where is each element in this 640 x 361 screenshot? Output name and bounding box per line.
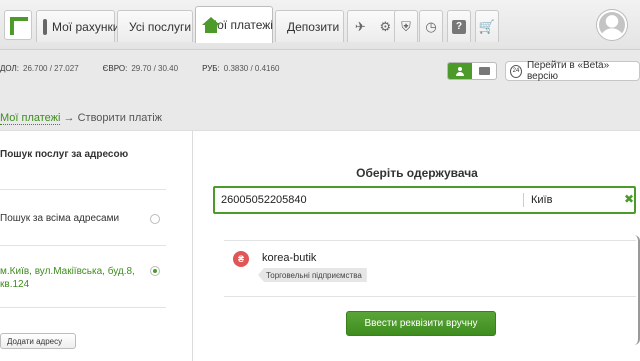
person-icon — [456, 66, 464, 76]
user-avatar[interactable] — [597, 10, 627, 40]
tab-my-payments[interactable]: Мої платежі — [195, 6, 273, 43]
tab-cart[interactable]: 🛒 — [475, 10, 499, 42]
exchange-rates: ДОЛ: 26.700 / 27.027 ЄВРО: 29.70 / 30.40 Р… — [0, 64, 279, 73]
media-icon: ⚙ — [379, 18, 392, 34]
rate-usd: ДОЛ: 26.700 / 27.027 — [0, 64, 79, 73]
hryvnia-icon: ₴ — [233, 251, 249, 267]
tab-transport[interactable]: ✈ ⚙ — [347, 10, 399, 42]
address-line-1: м.Київ, вул.Макіївська, буд.8, — [0, 266, 135, 277]
add-address-button[interactable]: Додати адресу — [0, 333, 76, 349]
breadcrumb: Мої платежі → Створити платіж — [0, 112, 163, 125]
tab-my-accounts[interactable]: Мої рахунки — [36, 10, 119, 42]
transport-icon: ✈ — [354, 18, 366, 34]
tab-label: Депозити — [287, 19, 340, 34]
recipient-section: Оберіть одержувача ✖ ₴ korea-butik Торго… — [194, 131, 640, 361]
recipient-search: ✖ — [213, 186, 636, 214]
personal-toggle[interactable] — [448, 63, 472, 79]
breadcrumb-current: Створити платіж — [77, 112, 163, 124]
device-edge — [634, 235, 640, 345]
tab-help[interactable]: ? — [447, 10, 471, 42]
bank-logo[interactable] — [4, 10, 32, 40]
divider — [0, 245, 166, 246]
tab-clock[interactable]: ◷ — [419, 10, 443, 42]
support-24-icon: 24 — [510, 64, 522, 78]
divider — [0, 307, 166, 308]
tab-label: Мої рахунки — [52, 19, 120, 34]
divider — [224, 296, 636, 297]
tab-all-services[interactable]: Усі послуги — [117, 10, 193, 42]
sidebar-title: Пошук послуг за адресою — [0, 149, 129, 160]
divider — [0, 189, 166, 190]
saved-address-radio[interactable] — [150, 266, 160, 276]
card-icon — [43, 18, 47, 35]
clock-icon: ◷ — [425, 18, 437, 34]
tab-emblem[interactable]: ⛨ — [394, 10, 418, 42]
divider — [224, 240, 636, 241]
all-addresses-radio[interactable] — [150, 214, 160, 224]
beta-version-button[interactable]: 24 Перейти в «Beta» версію — [505, 60, 640, 82]
recipient-result-name[interactable]: korea-butik — [262, 252, 316, 264]
tab-deposits[interactable]: Депозити — [275, 10, 344, 42]
recipient-title: Оберіть одержувача — [356, 166, 478, 180]
rate-rub: РУБ: 0.3830 / 0.4160 — [202, 64, 280, 73]
cart-icon: 🛒 — [478, 18, 496, 34]
breadcrumb-link-my-payments[interactable]: Мої платежі — [0, 112, 61, 125]
field-divider — [523, 193, 524, 207]
breadcrumb-arrow: → — [63, 112, 75, 124]
all-addresses-option[interactable]: Пошук за всіма адресами — [0, 213, 166, 224]
address-sidebar: Пошук послуг за адресою Пошук за всіма а… — [0, 131, 193, 361]
city-input[interactable] — [531, 188, 611, 212]
payment-panel: Пошук послуг за адресою Пошук за всіма а… — [0, 130, 640, 361]
logo-mark — [10, 17, 28, 35]
saved-address-option[interactable]: м.Київ, вул.Макіївська, буд.8, кв.124 — [0, 265, 166, 291]
beta-label: Перейти в «Beta» версію — [526, 60, 610, 82]
help-icon: ? — [452, 19, 466, 34]
briefcase-icon — [478, 67, 490, 75]
address-line-2: кв.124 — [0, 279, 30, 290]
account-type-toggle — [447, 62, 497, 80]
tab-label: Усі послуги — [129, 19, 192, 34]
enter-details-manually-button[interactable]: Ввести реквізити вручну — [346, 311, 496, 336]
clear-icon[interactable]: ✖ — [624, 192, 634, 206]
emblem-icon: ⛨ — [401, 18, 411, 34]
recipient-category-tag: Торговельні підприємства — [258, 268, 367, 282]
top-navigation: Мої рахунки Усі послуги Мої платежі Депо… — [0, 0, 640, 50]
business-toggle[interactable] — [472, 63, 496, 79]
recipient-search-input[interactable] — [221, 188, 521, 212]
rate-eur: ЄВРО: 29.70 / 30.40 — [102, 64, 179, 73]
all-addresses-label: Пошук за всіма адресами — [0, 213, 120, 224]
